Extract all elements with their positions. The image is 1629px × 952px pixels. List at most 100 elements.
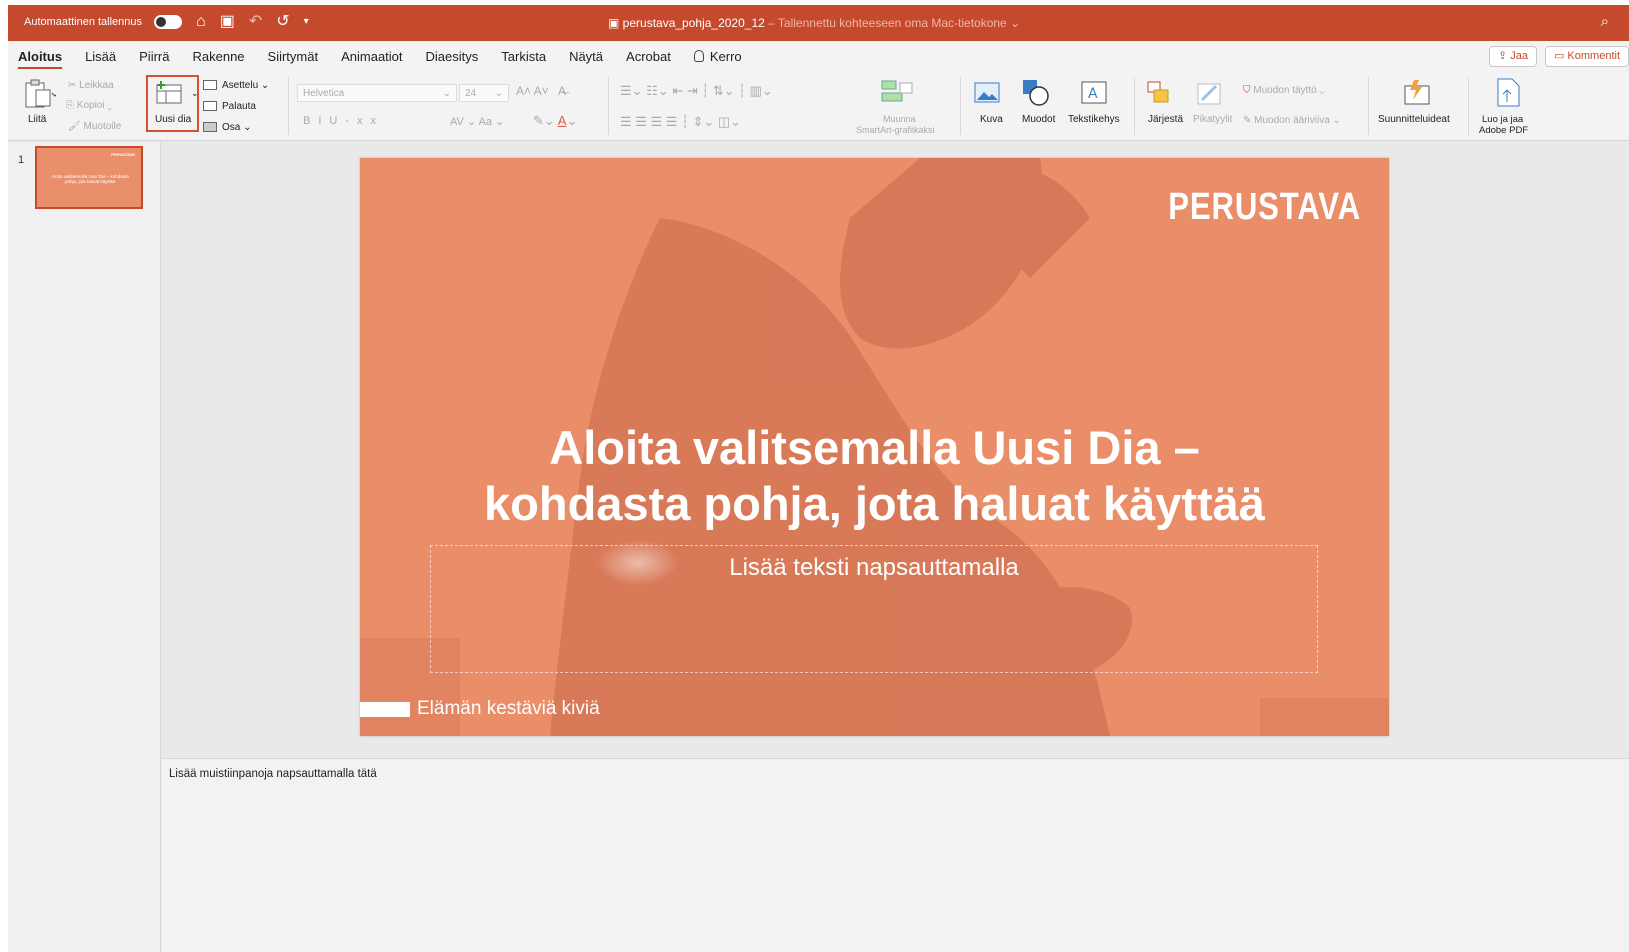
new-slide-label[interactable]: Uusi dia [155,114,191,125]
tab-animaatiot[interactable]: Animaatiot [341,49,402,69]
shapes-label[interactable]: Muodot [1022,114,1055,125]
textbox-label[interactable]: Tekstikehys [1068,114,1120,125]
cut-button[interactable]: ✂ Leikkaa [68,80,114,91]
save-status: – Tallennettu kohteeseen oma Mac-tietoko… [764,16,1021,30]
comments-button[interactable]: ▭ Kommentit [1544,46,1629,67]
font-format-icons[interactable]: BIU-xx [303,115,384,127]
file-name: perustava_pohja_2020_12 [622,16,765,30]
quick-styles-label[interactable]: Pikatyylit [1193,114,1232,125]
thumb-title: Aloita valitsemalla Uusi Dia – kohdasta … [51,174,129,184]
textbox-icon[interactable]: A [1081,81,1109,105]
char-spacing-icon[interactable]: AV ⌄ Aa ⌄ [450,115,504,128]
shape-fill-button[interactable]: ⛉ Muodon täyttö ⌄ [1243,85,1325,96]
reset-label: Palauta [222,101,256,112]
arrange-label[interactable]: Järjestä [1148,114,1183,125]
pen-icon: ✎ [1243,115,1255,126]
comments-label: Kommentit [1567,50,1620,62]
subtitle-placeholder[interactable]: Lisää teksti napsauttamalla [430,545,1318,673]
home-icon[interactable]: ⌂ [196,14,206,30]
list-icons[interactable]: ☰⌄ ☷⌄ ⇤ ⇥ ┆ ⇅⌄ ┆ ▥⌄ [620,83,773,99]
customize-toolbar-icon[interactable]: ▾ [304,15,309,29]
slide-thumbnail[interactable]: PERUSTAVA Aloita valitsemalla Uusi Dia –… [35,146,143,209]
pdf-label-1[interactable]: Luo ja jaa [1482,114,1523,125]
shape-outline-button[interactable]: ✎ Muodon ääriviiva ⌄ [1243,115,1341,126]
new-slide-dropdown-icon[interactable]: ⌄ [191,88,199,99]
section-button[interactable]: Osa ⌄ [203,122,252,133]
font-name-value: Helvetica [303,88,345,99]
pdf-label-2[interactable]: Adobe PDF [1479,125,1528,136]
tell-me-label: Kerro [709,49,742,64]
layout-label: Asettelu [222,80,259,91]
paste-label: Liitä [28,114,47,125]
designer-label[interactable]: Suunnitteluideat [1378,114,1450,125]
smartart-label-2: SmartArt-grafiikaksi [856,125,935,135]
smartart-label-1: Muunna [883,114,916,124]
layout-button[interactable]: Asettelu ⌄ [203,80,269,91]
picture-label[interactable]: Kuva [980,114,1003,125]
slide-canvas[interactable]: PERUSTAVA Aloita valitsemalla Uusi Dia –… [360,158,1389,736]
arrange-icon[interactable] [1146,80,1174,108]
window-title: ▣ perustava_pohja_2020_12 – Tallennettu … [608,16,1020,30]
smartart-icon[interactable] [880,79,920,105]
slide-title-line-2: kohdasta pohja, jota haluat käyttää [484,477,1265,530]
paste-icon[interactable] [22,79,56,109]
shape-outline-label: Muodon ääriviiva [1254,115,1330,126]
document-icon: ▣ [608,16,623,30]
tab-nayta[interactable]: Näytä [569,49,603,69]
align-icons[interactable]: ☰ ☰ ☰ ☰ ┆ ⇕⌄ ◫⌄ [620,114,741,130]
share-button[interactable]: ⇪ Jaa [1488,46,1537,67]
tab-piirra[interactable]: Piirrä [139,49,169,69]
reset-icon [203,101,217,112]
shapes-icon[interactable] [1022,79,1052,107]
share-label: Jaa [1510,50,1528,62]
font-name-select[interactable]: Helvetica ⌄ [297,84,457,102]
tab-acrobat[interactable]: Acrobat [626,49,671,69]
font-size-select[interactable]: 24 ⌄ [459,84,509,102]
tab-diaesitys[interactable]: Diaesitys [426,49,479,69]
copy-button[interactable]: ⎘ Kopioi ⌄ [66,100,112,111]
slide-number: 1 [18,154,25,166]
designer-icon[interactable] [1403,78,1433,106]
format-painter-button[interactable]: 🖌 Muotoile [68,121,121,132]
slide-title-line-1: Aloita valitsemalla Uusi Dia – [549,421,1200,474]
tab-kerro[interactable]: Kerro [693,49,742,69]
shape-fill-label: Muodon täyttö [1253,85,1317,96]
font-grow-shrink-icons[interactable]: A˄ A˅ A̶ [516,84,566,98]
slide-thumbnails-panel: 1 PERUSTAVA Aloita valitsemalla Uusi Dia… [8,142,161,952]
footer-bar [360,702,410,717]
autosave-label: Automaattinen tallennus [24,16,143,28]
slide-title[interactable]: Aloita valitsemalla Uusi Dia – kohdasta … [380,420,1369,532]
copy-label: Kopioi [76,100,105,111]
footer-text[interactable]: Elämän kestäviä kiviä [417,698,600,720]
brand-logo: PERUSTAVA [1168,186,1361,228]
tab-aloitus[interactable]: Aloitus [18,49,63,69]
tab-tarkista[interactable]: Tarkista [501,49,546,69]
font-size-value: 24 [465,88,477,99]
paint-bucket-icon: ⛉ [1243,85,1254,96]
autosave-toggle[interactable] [154,15,183,29]
reset-button[interactable]: Palauta [203,101,256,112]
ribbon-tabs: Aloitus Lisää Piirrä Rakenne Siirtymät A… [8,41,1629,71]
svg-text:A: A [1088,86,1098,102]
tab-rakenne[interactable]: Rakenne [192,49,244,69]
section-label: Osa [222,122,241,133]
notes-pane[interactable]: Lisää muistiinpanoja napsauttamalla tätä [162,758,1629,952]
tab-siirtymat[interactable]: Siirtymät [268,49,319,69]
save-icon[interactable]: ▣ [220,14,235,30]
new-slide-icon[interactable] [156,81,186,105]
format-painter-label: Muotoile [83,121,122,132]
picture-icon[interactable] [974,81,1002,105]
adobe-pdf-icon[interactable] [1495,78,1523,108]
redo-icon[interactable]: ↺ [276,14,289,30]
subtitle-text: Lisää teksti napsauttamalla [729,554,1019,581]
tab-lisaa[interactable]: Lisää [85,49,116,69]
thumb-brand: PERUSTAVA [111,152,135,157]
highlight-color-icon[interactable]: ✎⌄ A⌄ [533,113,577,129]
lightbulb-icon [693,50,704,62]
ribbon: Liitä ✂ Leikkaa ⎘ Kopioi ⌄ 🖌 Muotoile Uu… [8,71,1629,141]
undo-icon[interactable]: ↶ [249,14,262,30]
quick-styles-icon[interactable] [1196,80,1224,108]
section-icon [203,122,217,133]
search-icon[interactable]: ⌕ [1601,13,1609,30]
notes-placeholder: Lisää muistiinpanoja napsauttamalla tätä [169,768,377,780]
